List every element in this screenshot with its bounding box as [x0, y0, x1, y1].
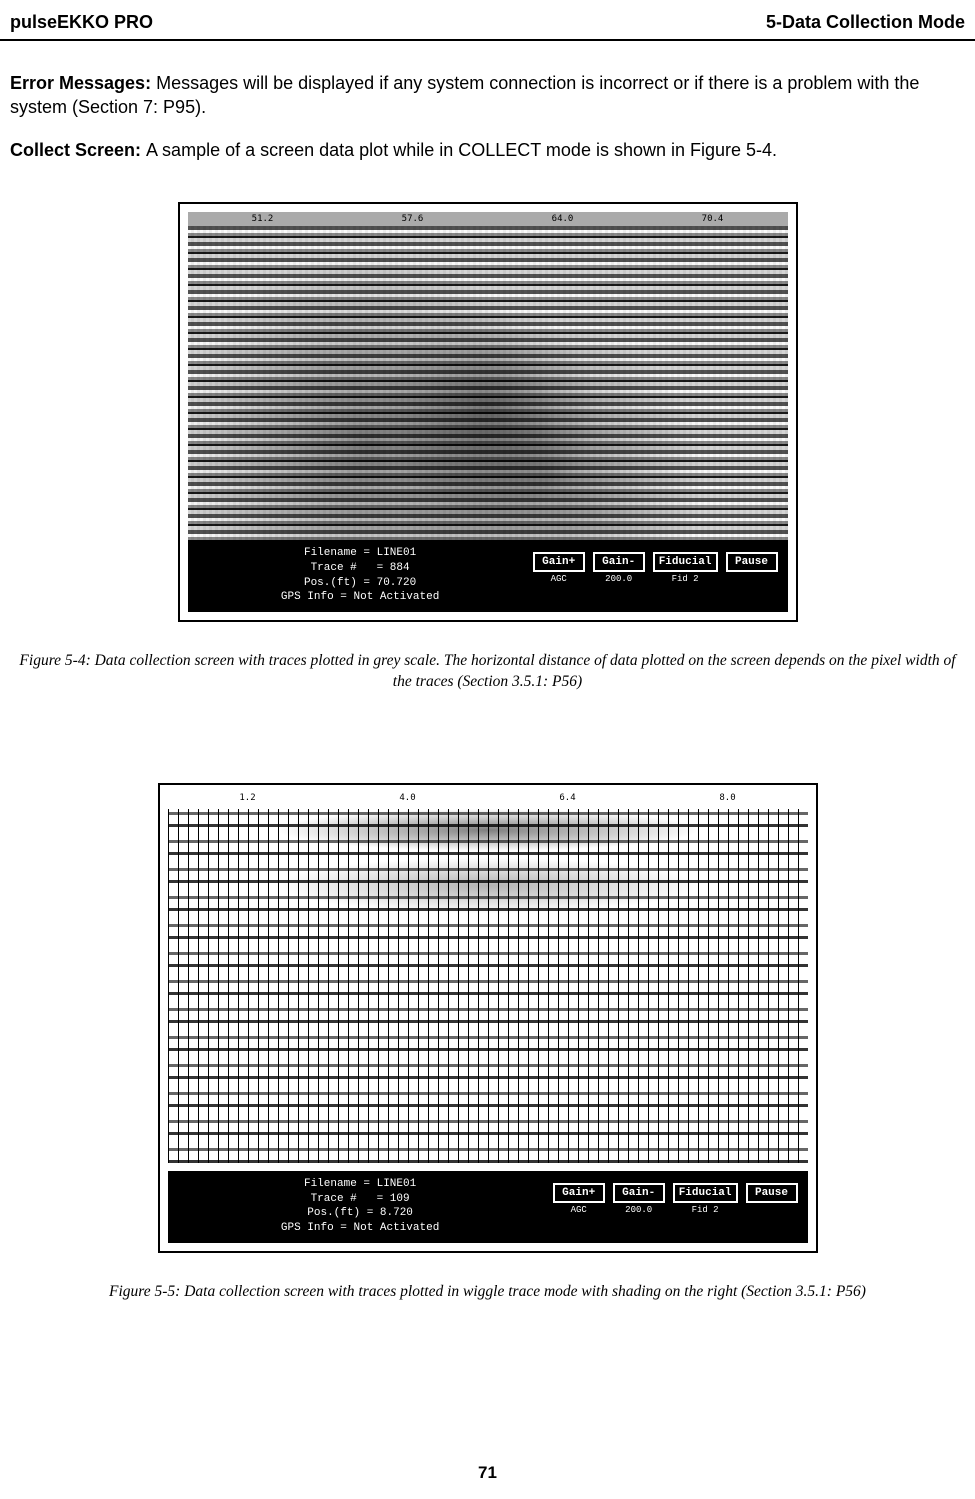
error-messages-label: Error Messages:	[10, 73, 156, 93]
gain-plus-sub: AGC	[571, 1205, 587, 1215]
pause-group: Pause	[726, 552, 778, 574]
figure-5-4-container: 51.2 57.6 64.0 70.4 Filename = LINE01 Tr…	[10, 202, 965, 627]
fiducial-group: Fiducial Fid 2	[653, 552, 718, 584]
collect-screen-label: Collect Screen:	[10, 140, 146, 160]
status-info-text: Filename = LINE01 Trace # = 109 Pos.(ft)…	[168, 1171, 553, 1243]
fiducial-sub: Fid 2	[672, 574, 699, 584]
status-bar: Filename = LINE01 Trace # = 884 Pos.(ft)…	[188, 540, 788, 612]
ruler-tick: 4.0	[399, 793, 415, 803]
page-header: pulseEKKO PRO 5-Data Collection Mode	[0, 0, 975, 41]
gain-minus-sub: 200.0	[625, 1205, 652, 1215]
pause-group: Pause	[746, 1183, 798, 1205]
position-ruler: 1.2 4.0 6.4 8.0	[168, 793, 808, 809]
gain-plus-group: Gain+ AGC	[533, 552, 585, 584]
pause-button[interactable]: Pause	[726, 552, 778, 572]
gain-minus-sub: 200.0	[605, 574, 632, 584]
collect-screen-text: A sample of a screen data plot while in …	[146, 140, 777, 160]
ruler-tick: 64.0	[549, 214, 577, 224]
gain-plus-button[interactable]: Gain+	[533, 552, 585, 572]
status-buttons: Gain+ AGC Gain- 200.0 Fiducial Fid 2 Pau…	[553, 1171, 808, 1243]
gain-minus-button[interactable]: Gain-	[613, 1183, 665, 1203]
gain-plus-sub: AGC	[551, 574, 567, 584]
figure-5-5: 1.2 4.0 6.4 8.0 Filename = LINE01 Trace …	[158, 783, 818, 1253]
page-number: 71	[0, 1463, 975, 1483]
fiducial-group: Fiducial Fid 2	[673, 1183, 738, 1215]
fiducial-sub: Fid 2	[692, 1205, 719, 1215]
ruler-tick: 1.2	[239, 793, 255, 803]
pause-button[interactable]: Pause	[746, 1183, 798, 1203]
position-ruler: 51.2 57.6 64.0 70.4	[188, 212, 788, 226]
gain-plus-group: Gain+ AGC	[553, 1183, 605, 1215]
gain-minus-group: Gain- 200.0	[593, 552, 645, 584]
figure-5-5-caption: Figure 5-5: Data collection screen with …	[10, 1268, 965, 1353]
radar-plot-greyscale	[188, 212, 788, 542]
fiducial-button[interactable]: Fiducial	[653, 552, 718, 572]
status-info-text: Filename = LINE01 Trace # = 884 Pos.(ft)…	[188, 540, 533, 612]
status-buttons: Gain+ AGC Gain- 200.0 Fiducial Fid 2 Pau…	[533, 540, 788, 612]
figure-5-4-caption: Figure 5-4: Data collection screen with …	[10, 637, 965, 743]
error-messages-paragraph: Error Messages: Messages will be display…	[10, 71, 965, 120]
gain-plus-button[interactable]: Gain+	[553, 1183, 605, 1203]
radar-plot-wiggle	[168, 793, 808, 1163]
gain-minus-group: Gain- 200.0	[613, 1183, 665, 1215]
figure-5-4: 51.2 57.6 64.0 70.4 Filename = LINE01 Tr…	[178, 202, 798, 622]
fiducial-button[interactable]: Fiducial	[673, 1183, 738, 1203]
ruler-tick: 57.6	[399, 214, 427, 224]
ruler-tick: 6.4	[559, 793, 575, 803]
figure-5-5-container: 1.2 4.0 6.4 8.0 Filename = LINE01 Trace …	[10, 783, 965, 1258]
status-bar: Filename = LINE01 Trace # = 109 Pos.(ft)…	[168, 1171, 808, 1243]
gain-minus-button[interactable]: Gain-	[593, 552, 645, 572]
ruler-tick: 51.2	[249, 214, 277, 224]
collect-screen-paragraph: Collect Screen: A sample of a screen dat…	[10, 138, 965, 162]
ruler-tick: 8.0	[719, 793, 735, 803]
header-left: pulseEKKO PRO	[10, 12, 153, 33]
ruler-tick: 70.4	[699, 214, 727, 224]
content-area: Error Messages: Messages will be display…	[0, 71, 975, 1353]
header-right: 5-Data Collection Mode	[766, 12, 965, 33]
